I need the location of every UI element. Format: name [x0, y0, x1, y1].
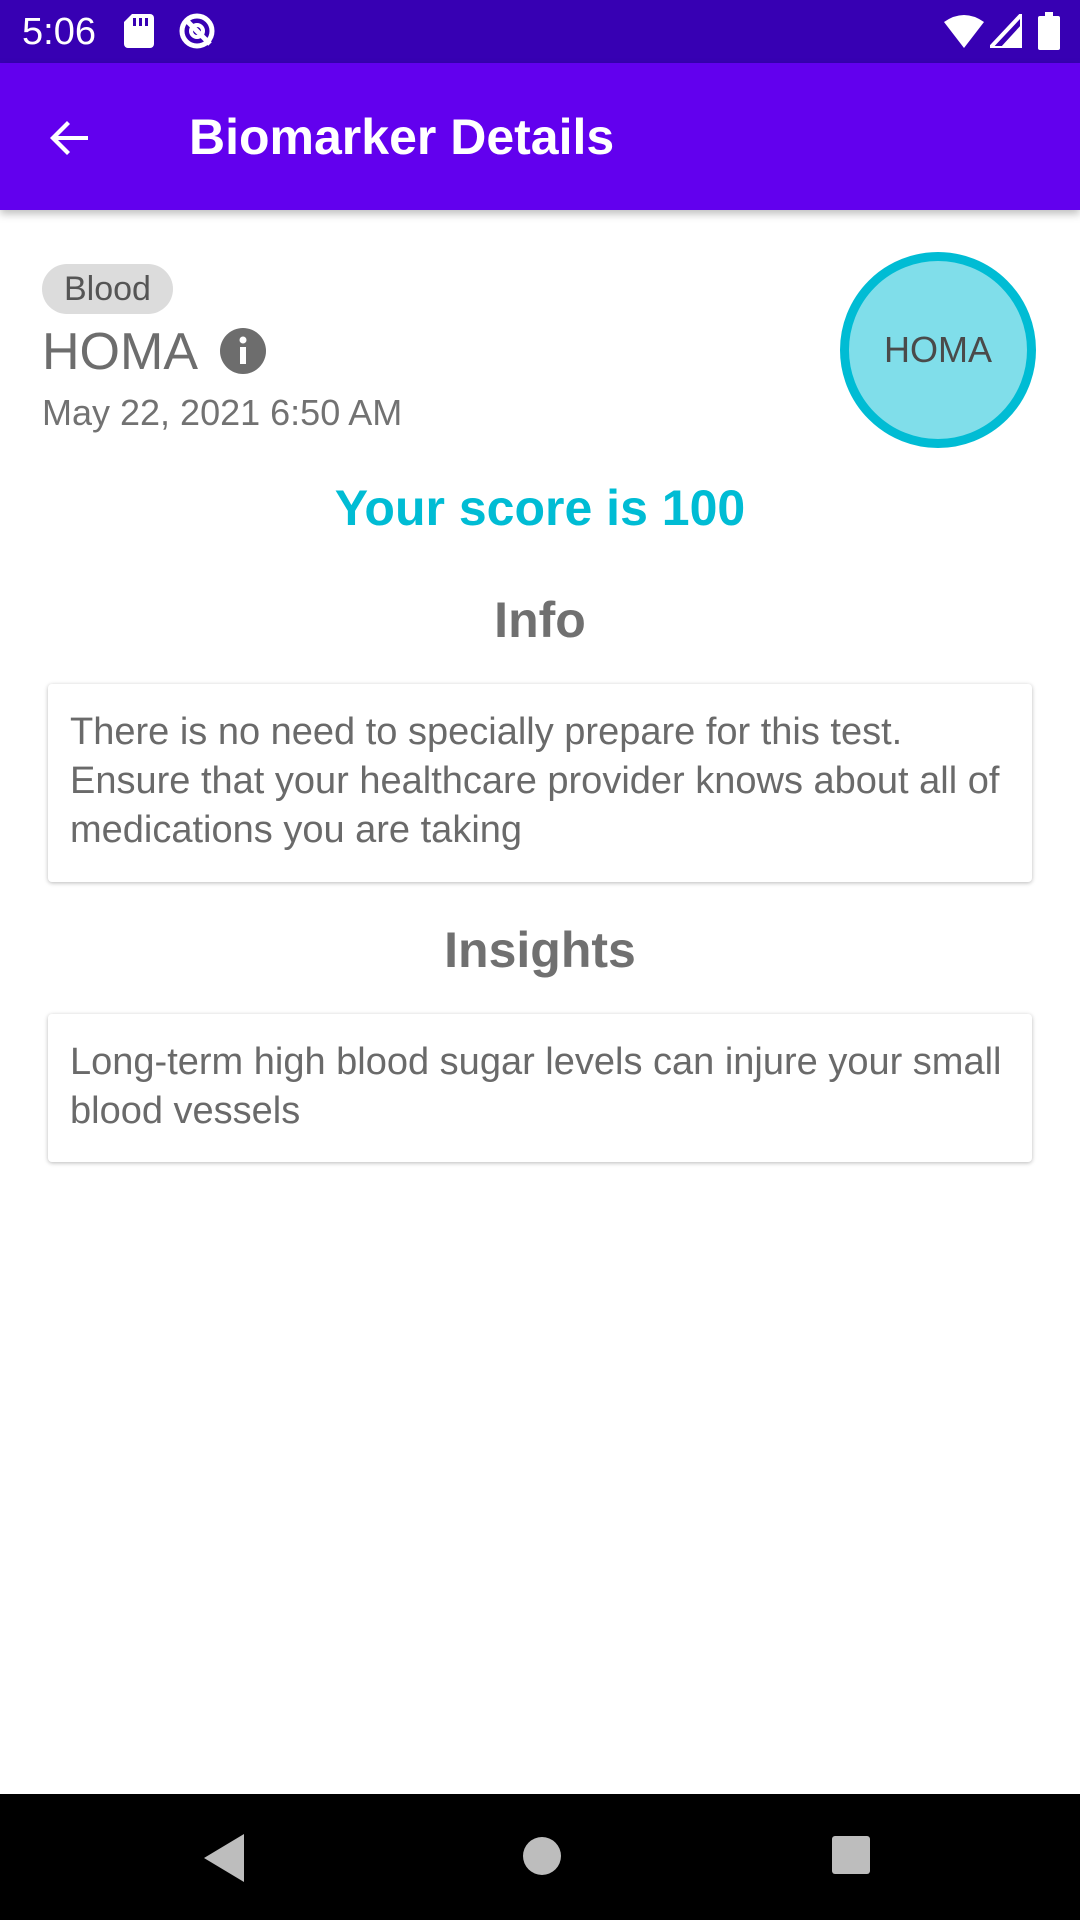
- nav-recents-icon[interactable]: [830, 1834, 872, 1876]
- navigation-bar: [0, 1794, 1080, 1920]
- biomarker-badge-label: HOMA: [884, 329, 992, 370]
- status-time: 5:06: [22, 11, 96, 53]
- arrow-back-icon: [50, 121, 88, 155]
- status-bar: 5:06: [0, 0, 1080, 63]
- sd-card-icon: [124, 14, 154, 48]
- biomarker-name: HOMA: [42, 323, 198, 381]
- insights-text: Long-term high blood sugar levels can in…: [70, 1041, 1002, 1132]
- biomarker-details-screen: 5:06 Biomarker Details Blood HOMA May 22…: [0, 0, 1080, 1920]
- info-icon[interactable]: [220, 328, 266, 374]
- vpn-icon: [179, 13, 215, 49]
- signal-icon: [990, 14, 1022, 48]
- nav-home-icon[interactable]: [520, 1834, 564, 1878]
- wifi-icon: [944, 15, 984, 48]
- info-heading: Info: [494, 592, 586, 648]
- insights-card: Long-term high blood sugar levels can in…: [48, 1014, 1032, 1162]
- info-card: There is no need to specially prepare fo…: [48, 684, 1032, 882]
- battery-icon: [1038, 12, 1060, 50]
- insights-heading: Insights: [444, 922, 636, 978]
- back-button[interactable]: [30, 103, 110, 173]
- nav-back-icon[interactable]: [200, 1832, 250, 1884]
- score-text: Your score is 100: [334, 480, 746, 536]
- test-date: May 22, 2021 6:50 AM: [42, 392, 403, 433]
- category-chip: Blood: [42, 264, 173, 314]
- biomarker-badge: HOMA: [840, 252, 1036, 448]
- info-text: There is no need to specially prepare fo…: [70, 711, 1000, 851]
- app-bar: Biomarker Details: [0, 63, 1080, 210]
- page-title: Biomarker Details: [189, 109, 615, 165]
